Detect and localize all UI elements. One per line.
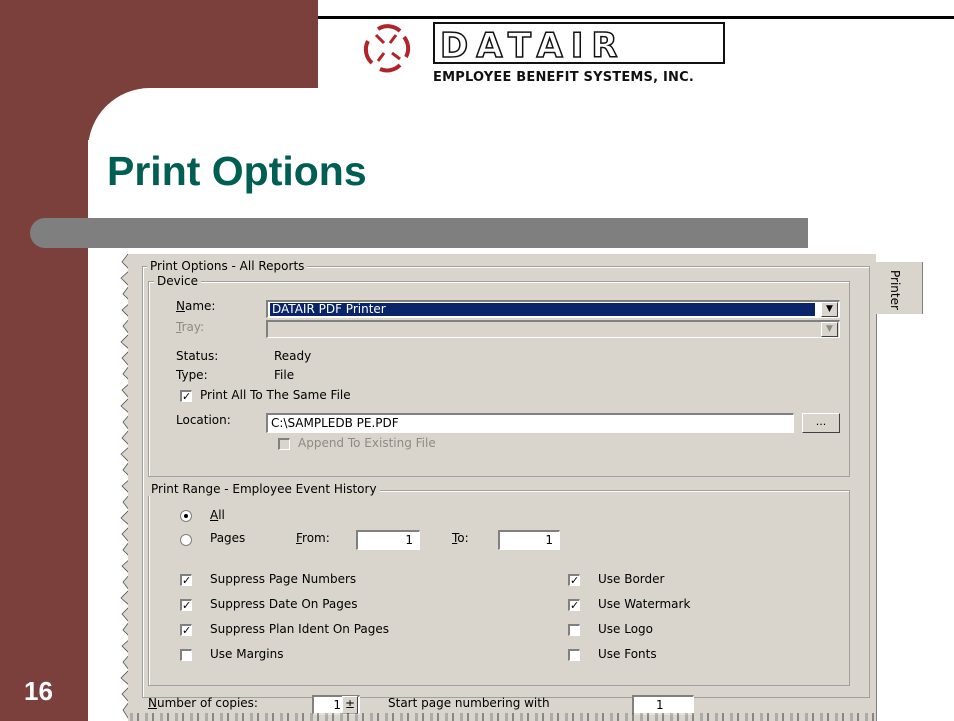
chevron-down-icon[interactable]: ▼ [821, 302, 838, 317]
logo-wordmark: DATAIR [440, 26, 626, 66]
range-pages-radio[interactable] [180, 534, 192, 546]
torn-bottom-edge [130, 713, 876, 721]
location-input[interactable]: C:\SAMPLEDB PE.PDF [266, 413, 794, 433]
logo-emblem-icon [363, 24, 411, 73]
status-value: Ready [274, 349, 312, 363]
name-label: Name: [176, 299, 216, 313]
to-page-input[interactable]: 1 [498, 530, 560, 550]
use-margins-checkbox[interactable] [180, 649, 192, 661]
printer-name-value: DATAIR PDF Printer [270, 303, 815, 316]
slide-left-bar [0, 0, 88, 721]
suppress-page-numbers-label: Suppress Page Numbers [210, 572, 357, 586]
slide-number: 16 [24, 676, 53, 706]
start-page-input[interactable]: 1 [632, 695, 694, 715]
suppress-date-label: Suppress Date On Pages [210, 597, 358, 611]
use-fonts-checkbox[interactable] [568, 649, 580, 661]
use-logo-label: Use Logo [598, 622, 654, 636]
status-label: Status: [176, 349, 219, 363]
copies-spinner-icon[interactable]: ± [342, 696, 358, 714]
device-group-label: Device [154, 274, 202, 288]
logo-tagline: EMPLOYEE BENEFIT SYSTEMS, INC. [433, 70, 694, 85]
append-checkbox[interactable] [278, 438, 290, 450]
print-options-group-label: Print Options - All Reports [147, 259, 308, 273]
chevron-down-icon[interactable]: ▼ [821, 322, 838, 337]
print-all-checkbox[interactable]: ✓ [180, 390, 192, 402]
tab-printer-label: Printer [888, 270, 902, 310]
title-underline-bar [30, 218, 808, 248]
from-label: From: [296, 531, 330, 545]
tray-label: Tray: [176, 320, 205, 334]
use-border-label: Use Border [598, 572, 665, 586]
range-all-radio[interactable] [180, 510, 192, 522]
to-label: To: [452, 531, 469, 545]
append-label: Append To Existing File [298, 436, 436, 450]
use-border-checkbox[interactable]: ✓ [568, 574, 580, 586]
suppress-plan-ident-label: Suppress Plan Ident On Pages [210, 622, 390, 636]
use-watermark-checkbox[interactable]: ✓ [568, 599, 580, 611]
suppress-date-checkbox[interactable]: ✓ [180, 599, 192, 611]
suppress-plan-ident-checkbox[interactable]: ✓ [180, 624, 192, 636]
use-margins-label: Use Margins [210, 647, 284, 661]
print-all-label: Print All To The Same File [200, 388, 351, 402]
range-all-label: All [210, 508, 225, 522]
use-watermark-label: Use Watermark [598, 597, 691, 611]
use-fonts-label: Use Fonts [598, 647, 657, 661]
suppress-page-numbers-checkbox[interactable]: ✓ [180, 574, 192, 586]
print-range-group-label: Print Range - Employee Event History [148, 482, 380, 496]
tab-panel-right [876, 262, 923, 721]
from-page-input[interactable]: 1 [356, 530, 420, 550]
slide-title: Print Options [107, 148, 367, 194]
print-options-dialog: Print Options - All Reports Device Name:… [128, 254, 876, 721]
printer-name-dropdown[interactable]: DATAIR PDF Printer ▼ [266, 300, 840, 318]
type-label: Type: [176, 368, 208, 382]
start-page-label: Start page numbering with [388, 696, 550, 710]
use-logo-checkbox[interactable] [568, 624, 580, 636]
tray-dropdown[interactable]: ▼ [266, 320, 840, 338]
browse-button[interactable]: ... [802, 413, 840, 433]
range-pages-label: Pages [210, 531, 246, 545]
location-label: Location: [176, 413, 231, 427]
copies-label: Number of copies: [148, 696, 258, 710]
type-value: File [274, 368, 295, 382]
